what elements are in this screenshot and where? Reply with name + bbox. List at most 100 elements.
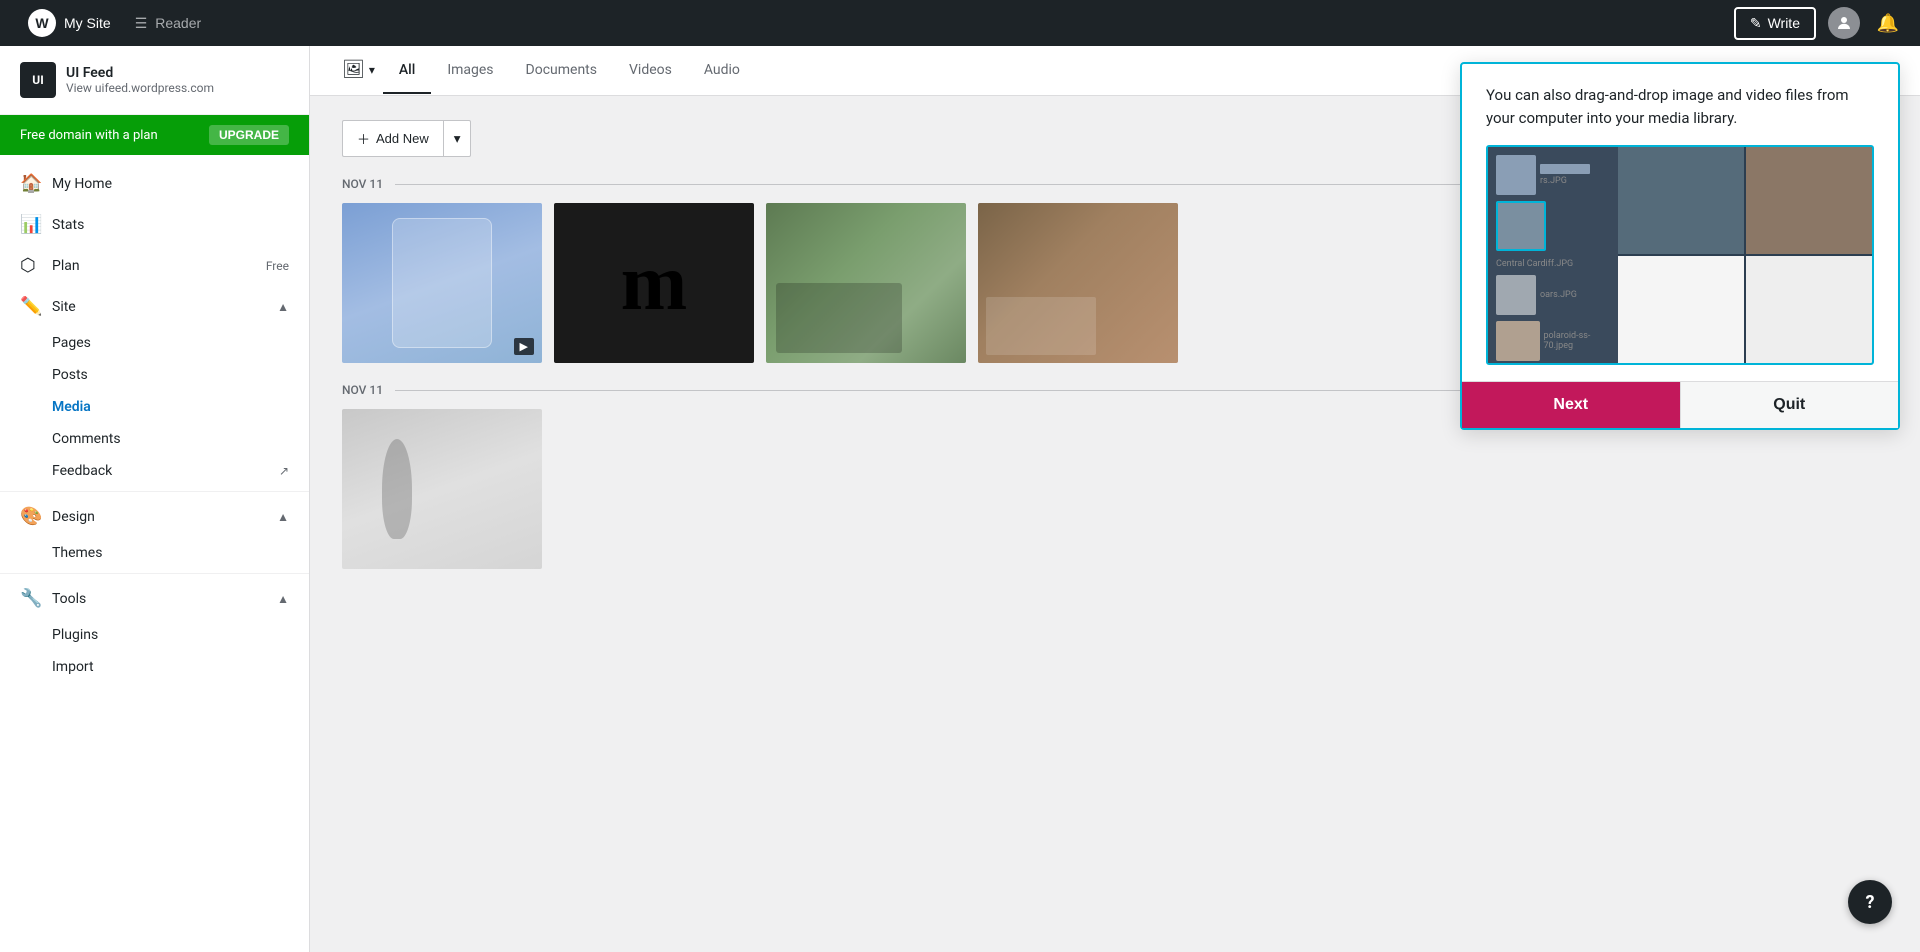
- posts-label: Posts: [52, 367, 88, 383]
- design-expand-icon: ▲: [277, 510, 289, 524]
- site-info-text: UI Feed View uifeed.wordpress.com: [66, 65, 214, 95]
- user-avatar[interactable]: [1828, 7, 1860, 39]
- tab-videos[interactable]: Videos: [613, 48, 688, 94]
- write-icon: ✎: [1750, 15, 1762, 32]
- sidebar-item-posts[interactable]: Posts: [52, 359, 309, 391]
- media-item-3[interactable]: [766, 203, 966, 363]
- popover-quit-button[interactable]: Quit: [1681, 382, 1899, 428]
- filter-image-icon: 🖼: [342, 59, 365, 80]
- popover-text: You can also drag-and-drop image and vid…: [1462, 64, 1898, 145]
- media-item-1[interactable]: ▶: [342, 203, 542, 363]
- sidebar-item-pages[interactable]: Pages: [52, 327, 309, 359]
- plan-label: Plan: [52, 258, 254, 274]
- site-name: UI Feed: [66, 65, 214, 81]
- img-thumb-row-4: polaroid-ss-70.jpeg: [1496, 321, 1610, 361]
- tab-images[interactable]: Images: [431, 48, 509, 94]
- sidebar: UI UI Feed View uifeed.wordpress.com Fre…: [0, 46, 310, 952]
- img-label-polaroid: polaroid-ss-70.jpeg: [1544, 331, 1611, 351]
- plan-icon: ⬡: [20, 255, 40, 276]
- popover: You can also drag-and-drop image and vid…: [1460, 62, 1900, 430]
- img-thumb-small-1: [1496, 155, 1536, 195]
- stats-icon: 📊: [20, 214, 40, 235]
- media-filter-icon[interactable]: 🖼 ▾: [334, 47, 383, 94]
- topbar: W My Site ☰ Reader ✎ Write 🔔: [0, 0, 1920, 46]
- site-icon-text: UI: [32, 73, 43, 87]
- tab-documents[interactable]: Documents: [510, 48, 613, 94]
- design-label: Design: [52, 509, 265, 525]
- filter-dropdown-icon: ▾: [369, 63, 375, 77]
- tools-subnav: Plugins Import: [0, 619, 309, 683]
- stats-label: Stats: [52, 217, 289, 233]
- plugins-label: Plugins: [52, 627, 98, 643]
- sidebar-item-stats[interactable]: 📊 Stats: [0, 204, 309, 245]
- popover-next-button[interactable]: Next: [1462, 382, 1681, 428]
- sidebar-item-themes[interactable]: Themes: [52, 537, 309, 569]
- write-label: Write: [1768, 15, 1800, 31]
- media-tabs: All Images Documents Videos Audio: [383, 48, 756, 94]
- help-button[interactable]: ?: [1848, 880, 1892, 924]
- sidebar-item-feedback[interactable]: Feedback ↗: [52, 455, 309, 487]
- img-thumb-row-2: [1496, 201, 1610, 251]
- popover-actions: Next Quit: [1462, 381, 1898, 428]
- sidebar-item-my-home[interactable]: 🏠 My Home: [0, 163, 309, 204]
- site-url: View uifeed.wordpress.com: [66, 81, 214, 95]
- tools-label: Tools: [52, 591, 265, 607]
- sidebar-site-info: UI UI Feed View uifeed.wordpress.com: [0, 46, 309, 115]
- design-icon: 🎨: [20, 506, 40, 527]
- sidebar-item-site[interactable]: ✏️ Site ▲: [0, 286, 309, 327]
- tab-all[interactable]: All: [383, 48, 431, 94]
- sidebar-item-import[interactable]: Import: [52, 651, 309, 683]
- sidebar-item-comments[interactable]: Comments: [52, 423, 309, 455]
- themes-label: Themes: [52, 545, 102, 561]
- tools-divider: [0, 573, 309, 574]
- img-thumb-small-2: [1496, 201, 1546, 251]
- site-label: Site: [52, 299, 265, 315]
- upgrade-banner[interactable]: Free domain with a plan UPGRADE: [0, 115, 309, 155]
- popover-image-left: rs.JPG Central Cardiff.JPG oars.JPG pola…: [1488, 147, 1618, 363]
- design-subnav: Themes: [0, 537, 309, 569]
- pr-cell-3: [1618, 256, 1744, 363]
- media-item-5[interactable]: [342, 409, 542, 569]
- upgrade-button[interactable]: UPGRADE: [209, 125, 289, 145]
- img-label-oars: oars.JPG: [1540, 290, 1577, 300]
- pr-cell-1: [1618, 147, 1744, 254]
- notifications-button[interactable]: 🔔: [1872, 7, 1904, 39]
- upgrade-text: Free domain with a plan: [20, 128, 158, 143]
- sidebar-item-media[interactable]: Media: [52, 391, 309, 423]
- feedback-label: Feedback: [52, 463, 112, 479]
- site-expand-icon: ▲: [277, 300, 289, 314]
- img-thumb-small-4: [1496, 321, 1540, 361]
- tab-audio[interactable]: Audio: [688, 48, 756, 94]
- sidebar-item-plan[interactable]: ⬡ Plan Free: [0, 245, 309, 286]
- media-item-4[interactable]: [978, 203, 1178, 363]
- media-item-2[interactable]: m: [554, 203, 754, 363]
- sidebar-item-plugins[interactable]: Plugins: [52, 619, 309, 651]
- img-thumb-row-3: oars.JPG: [1496, 275, 1610, 315]
- add-new-chevron-icon: ▾: [454, 131, 461, 146]
- media-grid-2: [342, 409, 1888, 569]
- img-label-central-cardiff: Central Cardiff.JPG: [1496, 259, 1610, 269]
- site-icon: UI: [20, 62, 56, 98]
- video-play-icon: ▶: [514, 338, 534, 355]
- help-icon: ?: [1866, 892, 1875, 913]
- tools-icon: 🔧: [20, 588, 40, 609]
- sidebar-item-design[interactable]: 🎨 Design ▲: [0, 496, 309, 537]
- sidebar-item-tools[interactable]: 🔧 Tools ▲: [0, 578, 309, 619]
- pages-label: Pages: [52, 335, 91, 351]
- comments-label: Comments: [52, 431, 121, 447]
- add-new-button[interactable]: ＋ Add New: [342, 120, 443, 157]
- wordpress-logo: W: [28, 9, 56, 37]
- design-divider: [0, 491, 309, 492]
- my-site-label: My Site: [64, 15, 111, 31]
- my-home-label: My Home: [52, 176, 289, 192]
- reader-button[interactable]: ☰ Reader: [123, 7, 213, 40]
- popover-image: rs.JPG Central Cardiff.JPG oars.JPG pola…: [1486, 145, 1874, 365]
- popover-image-right: [1618, 147, 1872, 363]
- write-button[interactable]: ✎ Write: [1734, 7, 1816, 40]
- my-site-button[interactable]: W My Site: [16, 1, 123, 45]
- add-new-plus-icon: ＋: [357, 129, 370, 148]
- img-thumb-small-3: [1496, 275, 1536, 315]
- img-label-1: rs.JPG: [1540, 176, 1590, 186]
- tools-expand-icon: ▲: [277, 592, 289, 606]
- add-new-dropdown-button[interactable]: ▾: [443, 120, 472, 157]
